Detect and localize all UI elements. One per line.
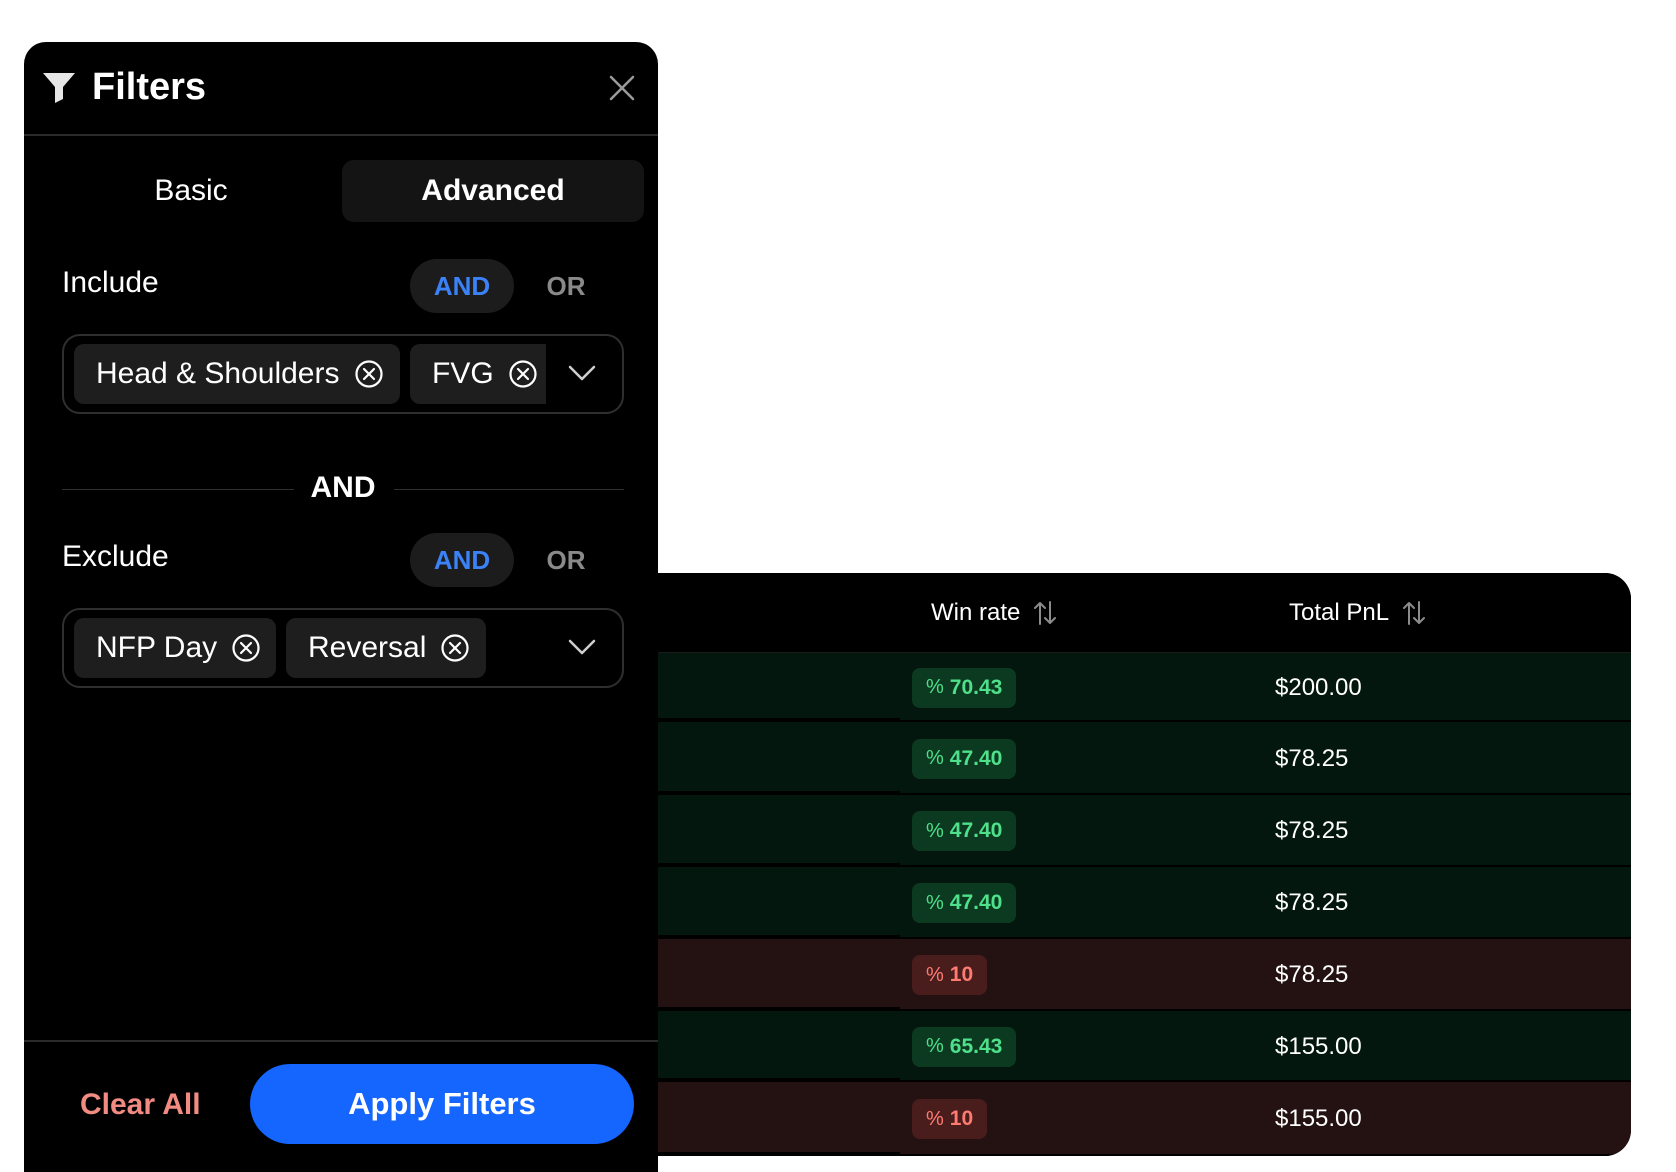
win-rate-value: 10 (949, 1107, 974, 1130)
include-label: Include (62, 266, 159, 299)
percent-icon: % (926, 676, 944, 698)
results-table: Win rate Total PnL % 70.43 $200.00 % 47.… (540, 573, 1631, 1156)
percent-icon: % (926, 747, 944, 769)
chevron-down-icon[interactable] (568, 638, 596, 661)
exclude-or-toggle[interactable]: OR (536, 533, 596, 587)
table-header: Win rate Total PnL (540, 573, 1631, 653)
win-rate-badge: % 10 (912, 1099, 988, 1139)
sort-icon[interactable] (1034, 600, 1057, 626)
table-row[interactable]: % 47.40 $78.25 (540, 722, 1631, 795)
include-or-toggle[interactable]: OR (536, 259, 596, 313)
and-divider: AND (62, 469, 624, 509)
include-and-toggle[interactable]: AND (410, 259, 514, 313)
filter-icon (42, 72, 76, 109)
table-row[interactable]: % 65.43 $155.00 (540, 1011, 1631, 1082)
panel-header: Filters (24, 42, 658, 136)
chevron-down-icon[interactable] (568, 364, 596, 387)
remove-chip-icon[interactable] (440, 633, 470, 663)
total-pnl-value: $155.00 (1275, 1032, 1362, 1060)
column-label-win-rate: Win rate (931, 599, 1021, 626)
win-rate-value: 65.43 (949, 1034, 1003, 1058)
tab-basic[interactable]: Basic (40, 160, 342, 222)
win-rate-badge: % 10 (912, 955, 988, 995)
table-row[interactable]: % 10 $155.00 (540, 1082, 1631, 1156)
apply-filters-button[interactable]: Apply Filters (250, 1064, 634, 1144)
percent-icon: % (926, 1035, 944, 1057)
close-icon[interactable] (608, 74, 636, 107)
total-pnl-value: $78.25 (1275, 961, 1349, 988)
panel-title: Filters (92, 66, 207, 108)
include-select[interactable]: Head & Shoulders FVG (62, 334, 624, 414)
filter-tabs: Basic Advanced (40, 160, 644, 222)
table-row[interactable]: % 70.43 $200.00 (540, 653, 1631, 722)
joiner-label: AND (310, 471, 376, 504)
win-rate-value: 70.43 (949, 675, 1003, 699)
win-rate-value: 47.40 (949, 891, 1003, 914)
chip-label: Reversal (308, 631, 427, 664)
total-pnl-value: $200.00 (1275, 673, 1362, 701)
chip-label: NFP Day (96, 631, 218, 664)
win-rate-value: 47.40 (949, 819, 1003, 842)
exclude-and-toggle[interactable]: AND (410, 533, 514, 587)
chip-label: FVG (432, 357, 494, 390)
include-chip: FVG (410, 344, 546, 404)
win-rate-badge: % 47.40 (912, 883, 1017, 923)
column-header-win-rate[interactable]: Win rate (931, 599, 1057, 627)
remove-chip-icon[interactable] (231, 633, 261, 663)
table-row[interactable]: % 47.40 $78.25 (540, 795, 1631, 867)
remove-chip-icon[interactable] (354, 359, 384, 389)
tab-advanced[interactable]: Advanced (342, 160, 644, 222)
total-pnl-value: $78.25 (1275, 744, 1349, 772)
exclude-chip: NFP Day (74, 618, 276, 678)
remove-chip-icon[interactable] (508, 359, 538, 389)
percent-icon: % (926, 1107, 944, 1130)
win-rate-badge: % 70.43 (912, 667, 1017, 708)
percent-icon: % (926, 891, 944, 914)
filters-panel: Filters Basic Advanced Include AND OR He… (24, 42, 658, 1172)
total-pnl-value: $78.25 (1275, 817, 1349, 844)
column-header-total-pnl[interactable]: Total PnL (1289, 599, 1426, 627)
column-label-total-pnl: Total PnL (1289, 599, 1390, 626)
win-rate-badge: % 47.40 (912, 738, 1017, 779)
panel-footer: Clear All Apply Filters (24, 1040, 658, 1172)
total-pnl-value: $155.00 (1275, 1105, 1362, 1132)
exclude-chip: Reversal (286, 618, 486, 678)
clear-all-button[interactable]: Clear All (80, 1088, 201, 1122)
total-pnl-value: $78.25 (1275, 889, 1349, 916)
table-row[interactable]: % 10 $78.25 (540, 939, 1631, 1011)
table-row[interactable]: % 47.40 $78.25 (540, 867, 1631, 939)
percent-icon: % (926, 819, 944, 842)
chip-label: Head & Shoulders (96, 357, 340, 390)
win-rate-badge: % 47.40 (912, 811, 1017, 851)
exclude-select[interactable]: NFP Day Reversal (62, 608, 624, 688)
sort-icon[interactable] (1403, 600, 1426, 626)
win-rate-badge: % 65.43 (912, 1026, 1017, 1067)
exclude-label: Exclude (62, 540, 169, 573)
win-rate-value: 10 (949, 963, 974, 986)
include-chip: Head & Shoulders (74, 344, 400, 404)
win-rate-value: 47.40 (949, 746, 1003, 770)
percent-icon: % (926, 963, 944, 986)
